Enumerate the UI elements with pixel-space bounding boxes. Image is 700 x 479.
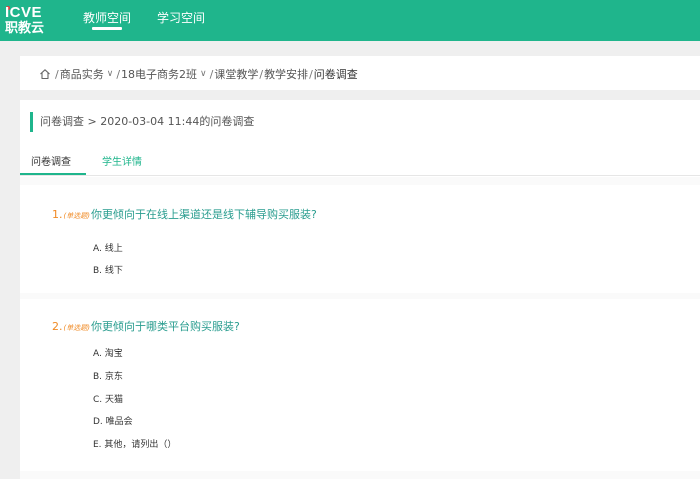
question-title: 1. (单选题) 你更倾向于在线上渠道还是线下辅导购买服装? xyxy=(52,206,317,222)
option-item[interactable]: B. 京东 xyxy=(93,371,123,383)
option-item[interactable]: C. 天猫 xyxy=(93,394,123,406)
nav-active-indicator xyxy=(92,27,122,30)
question-text: 你更倾向于哪类平台购买服装? xyxy=(90,320,240,333)
survey-card: 问卷调查 > 2020-03-04 11:44的问卷调查 问卷调查 学生详情 1… xyxy=(20,100,700,479)
option-item[interactable]: A. 淘宝 xyxy=(93,348,123,360)
question-item: 2. (单选题) 你更倾向于哪类平台购买服装? A. 淘宝 B. 京东 C. 天… xyxy=(20,299,700,471)
question-text: 你更倾向于在线上渠道还是线下辅导购买服装? xyxy=(90,208,317,221)
home-icon[interactable] xyxy=(39,68,51,80)
question-list: 1. (单选题) 你更倾向于在线上渠道还是线下辅导购买服装? A. 线上 B. … xyxy=(20,177,700,479)
chevron-down-icon[interactable]: ∨ xyxy=(200,69,207,79)
breadcrumb-classroom[interactable]: 课堂教学 xyxy=(214,66,258,82)
icve-logo[interactable]: ICVE 职教云 xyxy=(5,5,53,37)
tab-student-details[interactable]: 学生详情 xyxy=(102,156,142,170)
option-item[interactable]: A. 线上 xyxy=(93,243,123,255)
option-item[interactable]: E. 其他，请列出（） xyxy=(93,439,176,451)
question-number: 2. xyxy=(52,320,63,333)
question-number: 1. xyxy=(52,208,63,221)
breadcrumb-card: / 商品实务 ∨ / 18电子商务2班 ∨ / 课堂教学 / 教学安排 / 问卷… xyxy=(20,56,700,90)
nav-teacher-space[interactable]: 教师空间 xyxy=(83,10,131,26)
nav-study-space[interactable]: 学习空间 xyxy=(157,10,205,26)
question-title: 2. (单选题) 你更倾向于哪类平台购买服装? xyxy=(52,318,240,334)
question-type: (单选题) xyxy=(63,324,90,332)
top-navbar: ICVE 职教云 教师空间 学习空间 xyxy=(0,0,700,41)
option-item[interactable]: D. 唯品会 xyxy=(93,416,133,428)
question-item: 1. (单选题) 你更倾向于在线上渠道还是线下辅导购买服装? A. 线上 B. … xyxy=(20,185,700,293)
question-type: (单选题) xyxy=(63,212,90,220)
breadcrumb-separator: / xyxy=(116,67,121,81)
logo-subtext: 职教云 xyxy=(5,21,45,36)
tab-bar: 问卷调查 学生详情 xyxy=(20,152,700,176)
chevron-down-icon[interactable]: ∨ xyxy=(107,69,114,79)
breadcrumb-course[interactable]: 商品实务 xyxy=(60,66,104,82)
breadcrumb-class[interactable]: 18电子商务2班 xyxy=(121,66,197,82)
breadcrumb-schedule[interactable]: 教学安排 xyxy=(264,66,308,82)
logo-text: ICVE xyxy=(5,4,43,21)
breadcrumb-separator: / xyxy=(309,67,313,81)
tab-active-indicator xyxy=(20,173,86,175)
breadcrumb-separator: / xyxy=(259,67,264,81)
breadcrumb-current: 问卷调查 xyxy=(313,68,358,81)
tab-survey[interactable]: 问卷调查 xyxy=(31,156,71,170)
breadcrumb-separator: / xyxy=(209,67,214,81)
option-item[interactable]: B. 线下 xyxy=(93,265,123,277)
page-title: 问卷调查 > 2020-03-04 11:44的问卷调查 xyxy=(30,112,254,132)
breadcrumb-separator: / xyxy=(55,67,59,81)
breadcrumb: / 商品实务 ∨ / 18电子商务2班 ∨ / 课堂教学 / 教学安排 / 问卷… xyxy=(39,66,358,82)
